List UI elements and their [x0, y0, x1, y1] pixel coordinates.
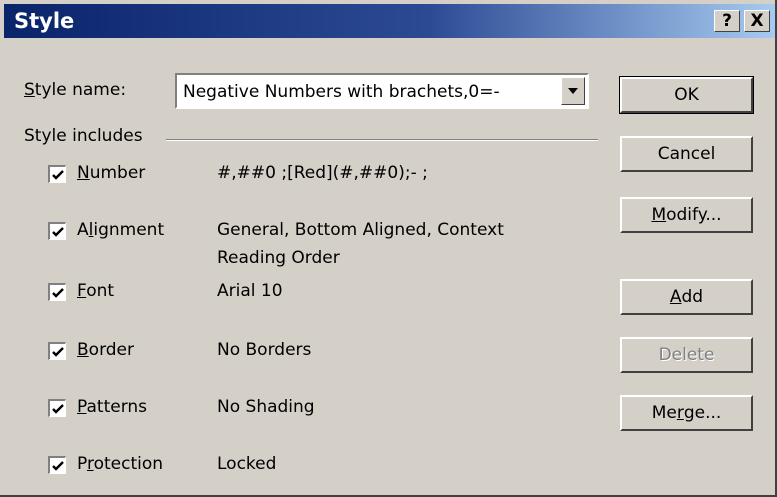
- alignment-label-rest: ignment: [93, 220, 165, 240]
- border-value: No Borders: [217, 340, 312, 360]
- number-label[interactable]: Number: [77, 163, 145, 183]
- alignment-value-line2: Reading Order: [217, 248, 340, 268]
- font-checkbox[interactable]: [48, 283, 66, 301]
- style-name-mnemonic: S: [24, 80, 35, 100]
- number-mnemonic: N: [77, 163, 90, 183]
- close-button[interactable]: X: [744, 10, 770, 32]
- delete-button: Delete: [620, 337, 753, 373]
- modify-button[interactable]: Modify...: [620, 197, 753, 233]
- patterns-mnemonic: P: [77, 397, 87, 417]
- add-mnemonic: A: [669, 287, 682, 307]
- number-label-rest: umber: [89, 163, 146, 183]
- help-icon: ?: [722, 11, 732, 31]
- number-format-value: #,##0 ;[Red](#,##0);- ;: [217, 163, 428, 183]
- checkmark-icon: [52, 288, 64, 298]
- add-button[interactable]: Add: [620, 279, 753, 315]
- merge-label-rest: ge...: [683, 403, 722, 423]
- ok-button[interactable]: OK: [619, 76, 754, 114]
- style-name-combobox[interactable]: Negative Numbers with brachets,0=-: [175, 73, 589, 109]
- patterns-value: No Shading: [217, 397, 315, 417]
- add-label-rest: dd: [681, 287, 704, 307]
- checkmark-icon: [52, 461, 64, 471]
- checkmark-icon: [52, 170, 64, 180]
- style-name-value[interactable]: Negative Numbers with brachets,0=-: [183, 82, 500, 102]
- cancel-button[interactable]: Cancel: [620, 136, 753, 172]
- font-label-rest: ont: [86, 281, 115, 301]
- alignment-label[interactable]: Alignment: [77, 220, 164, 240]
- border-mnemonic: B: [77, 340, 89, 360]
- protection-checkbox[interactable]: [48, 456, 66, 474]
- group-divider: [166, 139, 598, 141]
- alignment-value: General, Bottom Aligned, Context: [217, 220, 504, 240]
- alignment-checkbox[interactable]: [48, 222, 66, 240]
- alignment-label-pre: A: [77, 220, 89, 240]
- patterns-checkbox[interactable]: [48, 399, 66, 417]
- border-checkbox[interactable]: [48, 342, 66, 360]
- protection-label-pre: P: [77, 454, 87, 474]
- font-label[interactable]: Font: [77, 281, 114, 301]
- help-button[interactable]: ?: [714, 10, 740, 32]
- style-dialog: Style ? X Style name: Negative Numbers w…: [0, 0, 777, 497]
- modify-label-rest: odify...: [666, 205, 722, 225]
- style-name-dropdown-button[interactable]: [561, 77, 585, 105]
- protection-mnemonic: r: [86, 454, 94, 474]
- border-label-rest: order: [88, 340, 135, 360]
- close-icon: X: [750, 11, 764, 31]
- checkmark-icon: [52, 227, 64, 237]
- style-includes-label: Style includes: [24, 126, 143, 146]
- merge-label-pre: Me: [651, 403, 677, 423]
- checkmark-icon: [52, 347, 64, 357]
- style-name-label: Style name:: [24, 80, 126, 100]
- patterns-label[interactable]: Patterns: [77, 397, 147, 417]
- title-bar[interactable]: Style ? X: [4, 4, 775, 38]
- number-checkbox[interactable]: [48, 165, 66, 183]
- patterns-label-rest: atterns: [86, 397, 148, 417]
- font-mnemonic: F: [77, 281, 87, 301]
- protection-value: Locked: [217, 454, 277, 474]
- checkmark-icon: [52, 404, 64, 414]
- window-title: Style: [14, 9, 75, 33]
- chevron-down-icon: [568, 88, 578, 94]
- merge-button[interactable]: Me r ge...: [620, 395, 753, 431]
- protection-label-rest: otection: [93, 454, 164, 474]
- merge-mnemonic: r: [676, 403, 684, 423]
- protection-label[interactable]: Protection: [77, 454, 163, 474]
- style-name-rest: tyle name:: [34, 80, 127, 100]
- font-value: Arial 10: [217, 281, 283, 301]
- modify-mnemonic: M: [651, 205, 667, 225]
- border-label[interactable]: Border: [77, 340, 134, 360]
